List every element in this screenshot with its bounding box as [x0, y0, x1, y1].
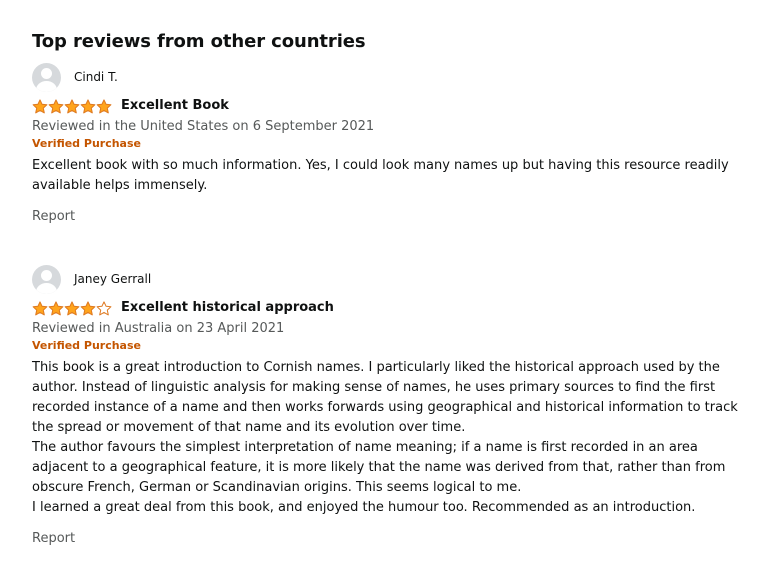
- star-filled-icon: [96, 98, 112, 113]
- review-paragraph: I learned a great deal from this book, a…: [32, 500, 696, 515]
- star-filled-icon: [80, 300, 96, 315]
- star-rating[interactable]: [32, 98, 112, 114]
- report-link[interactable]: Report: [32, 208, 75, 226]
- review-paragraph: The author favours the simplest interpre…: [32, 440, 726, 495]
- reviewer-name[interactable]: Cindi T.: [74, 69, 118, 85]
- star-filled-icon: [48, 98, 64, 113]
- review-paragraph: This book is a great introduction to Cor…: [32, 360, 738, 435]
- reviewer-profile[interactable]: Cindi T.: [32, 62, 752, 92]
- review-title[interactable]: Excellent Book: [121, 97, 229, 115]
- review-title-row[interactable]: Excellent historical approach: [32, 298, 752, 318]
- report-link[interactable]: Report: [32, 530, 75, 548]
- reviewer-profile[interactable]: Janey Gerrall: [32, 264, 752, 294]
- review-paragraph: Excellent book with so much information.…: [32, 158, 729, 193]
- reviewer-name[interactable]: Janey Gerrall: [74, 271, 151, 287]
- review-date: Reviewed in the United States on 6 Septe…: [32, 119, 375, 134]
- review-card: Janey Gerrall Excellent historical appro…: [32, 264, 752, 548]
- review-title-row[interactable]: Excellent Book: [32, 96, 752, 116]
- review-date: Reviewed in Australia on 23 April 2021: [32, 321, 285, 336]
- star-filled-icon: [32, 300, 48, 315]
- star-filled-icon: [64, 300, 80, 315]
- star-filled-icon: [64, 98, 80, 113]
- review-title[interactable]: Excellent historical approach: [121, 299, 334, 317]
- default-user-avatar-icon: [32, 62, 61, 92]
- star-filled-icon: [32, 98, 48, 113]
- star-filled-icon: [80, 98, 96, 113]
- star-empty-icon: [96, 300, 112, 315]
- verified-purchase-badge: Verified Purchase: [32, 137, 141, 150]
- review-body: This book is a great introduction to Cor…: [32, 358, 752, 518]
- section-title: Top reviews from other countries: [32, 30, 366, 52]
- star-filled-icon: [48, 300, 64, 315]
- default-user-avatar-icon: [32, 264, 61, 294]
- verified-purchase-badge: Verified Purchase: [32, 339, 141, 352]
- review-card: Cindi T. Excellent Book Reviewed in the …: [32, 62, 752, 226]
- review-body: Excellent book with so much information.…: [32, 156, 752, 196]
- star-rating[interactable]: [32, 300, 112, 316]
